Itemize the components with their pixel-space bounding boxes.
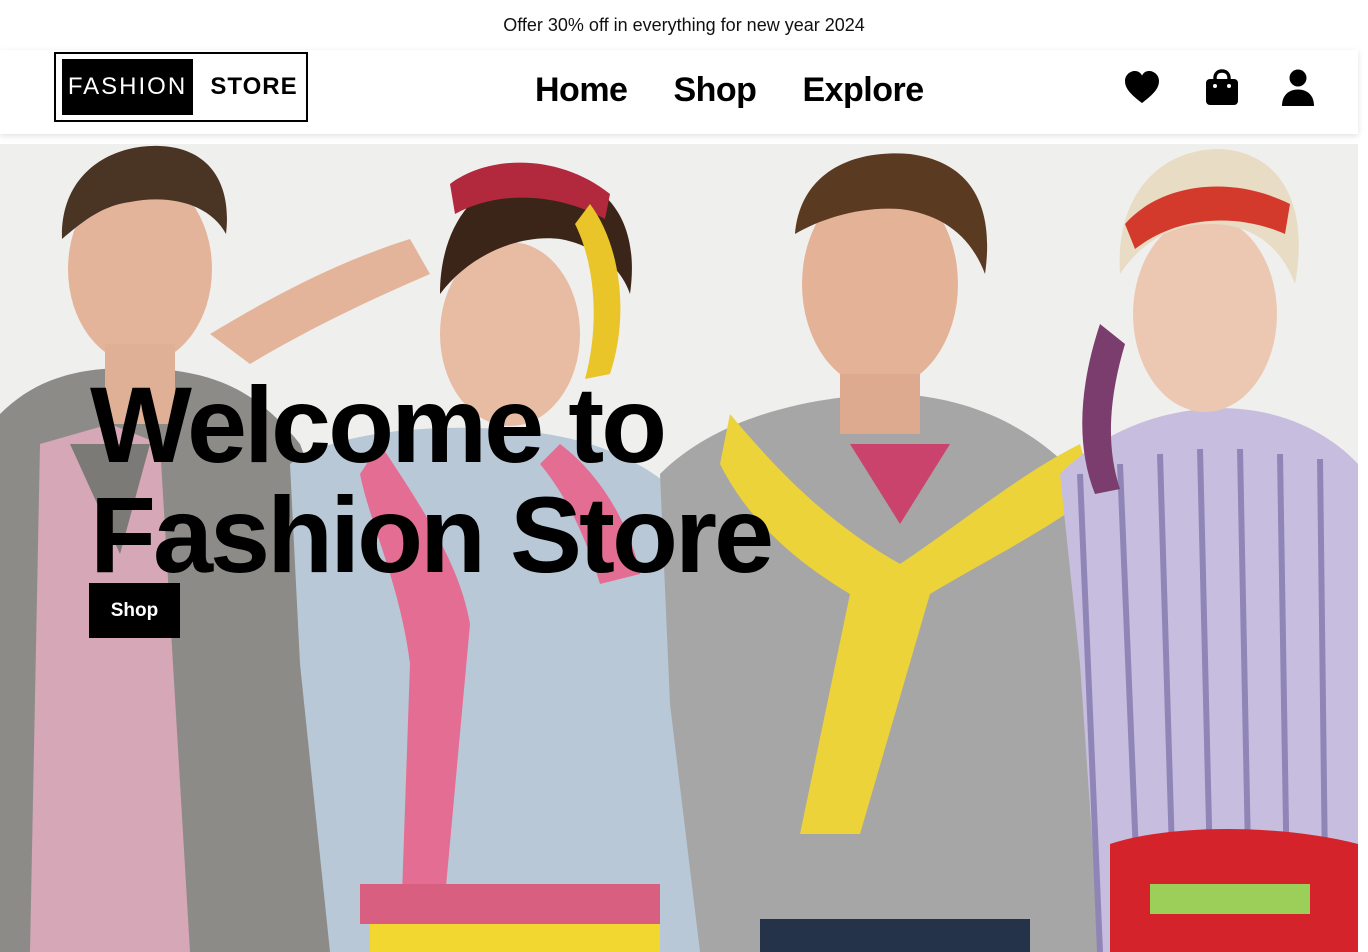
logo-left-text: FASHION	[62, 59, 193, 115]
hero-shop-button[interactable]: Shop	[89, 583, 180, 638]
site-header: FASHION STORE Home Shop Explore	[0, 50, 1358, 134]
site-logo[interactable]: FASHION STORE	[54, 52, 308, 122]
shopping-bag-icon[interactable]	[1202, 68, 1242, 108]
nav-home[interactable]: Home	[535, 71, 628, 110]
logo-right-text: STORE	[210, 73, 298, 100]
user-icon[interactable]	[1278, 68, 1318, 108]
nav-shop[interactable]: Shop	[673, 71, 756, 110]
hero-section: Welcome to Fashion Store Shop	[0, 144, 1358, 952]
nav-explore[interactable]: Explore	[802, 71, 924, 110]
hero-title-line-2: Fashion Store	[90, 474, 774, 595]
heart-icon[interactable]	[1122, 68, 1162, 108]
hero-title: Welcome to Fashion Store	[90, 370, 850, 590]
promo-text: Offer 30% off in everything for new year…	[503, 14, 865, 35]
hero-title-line-1: Welcome to	[90, 364, 667, 485]
main-nav: Home Shop Explore	[535, 68, 924, 112]
promo-banner: Offer 30% off in everything for new year…	[0, 0, 1368, 50]
